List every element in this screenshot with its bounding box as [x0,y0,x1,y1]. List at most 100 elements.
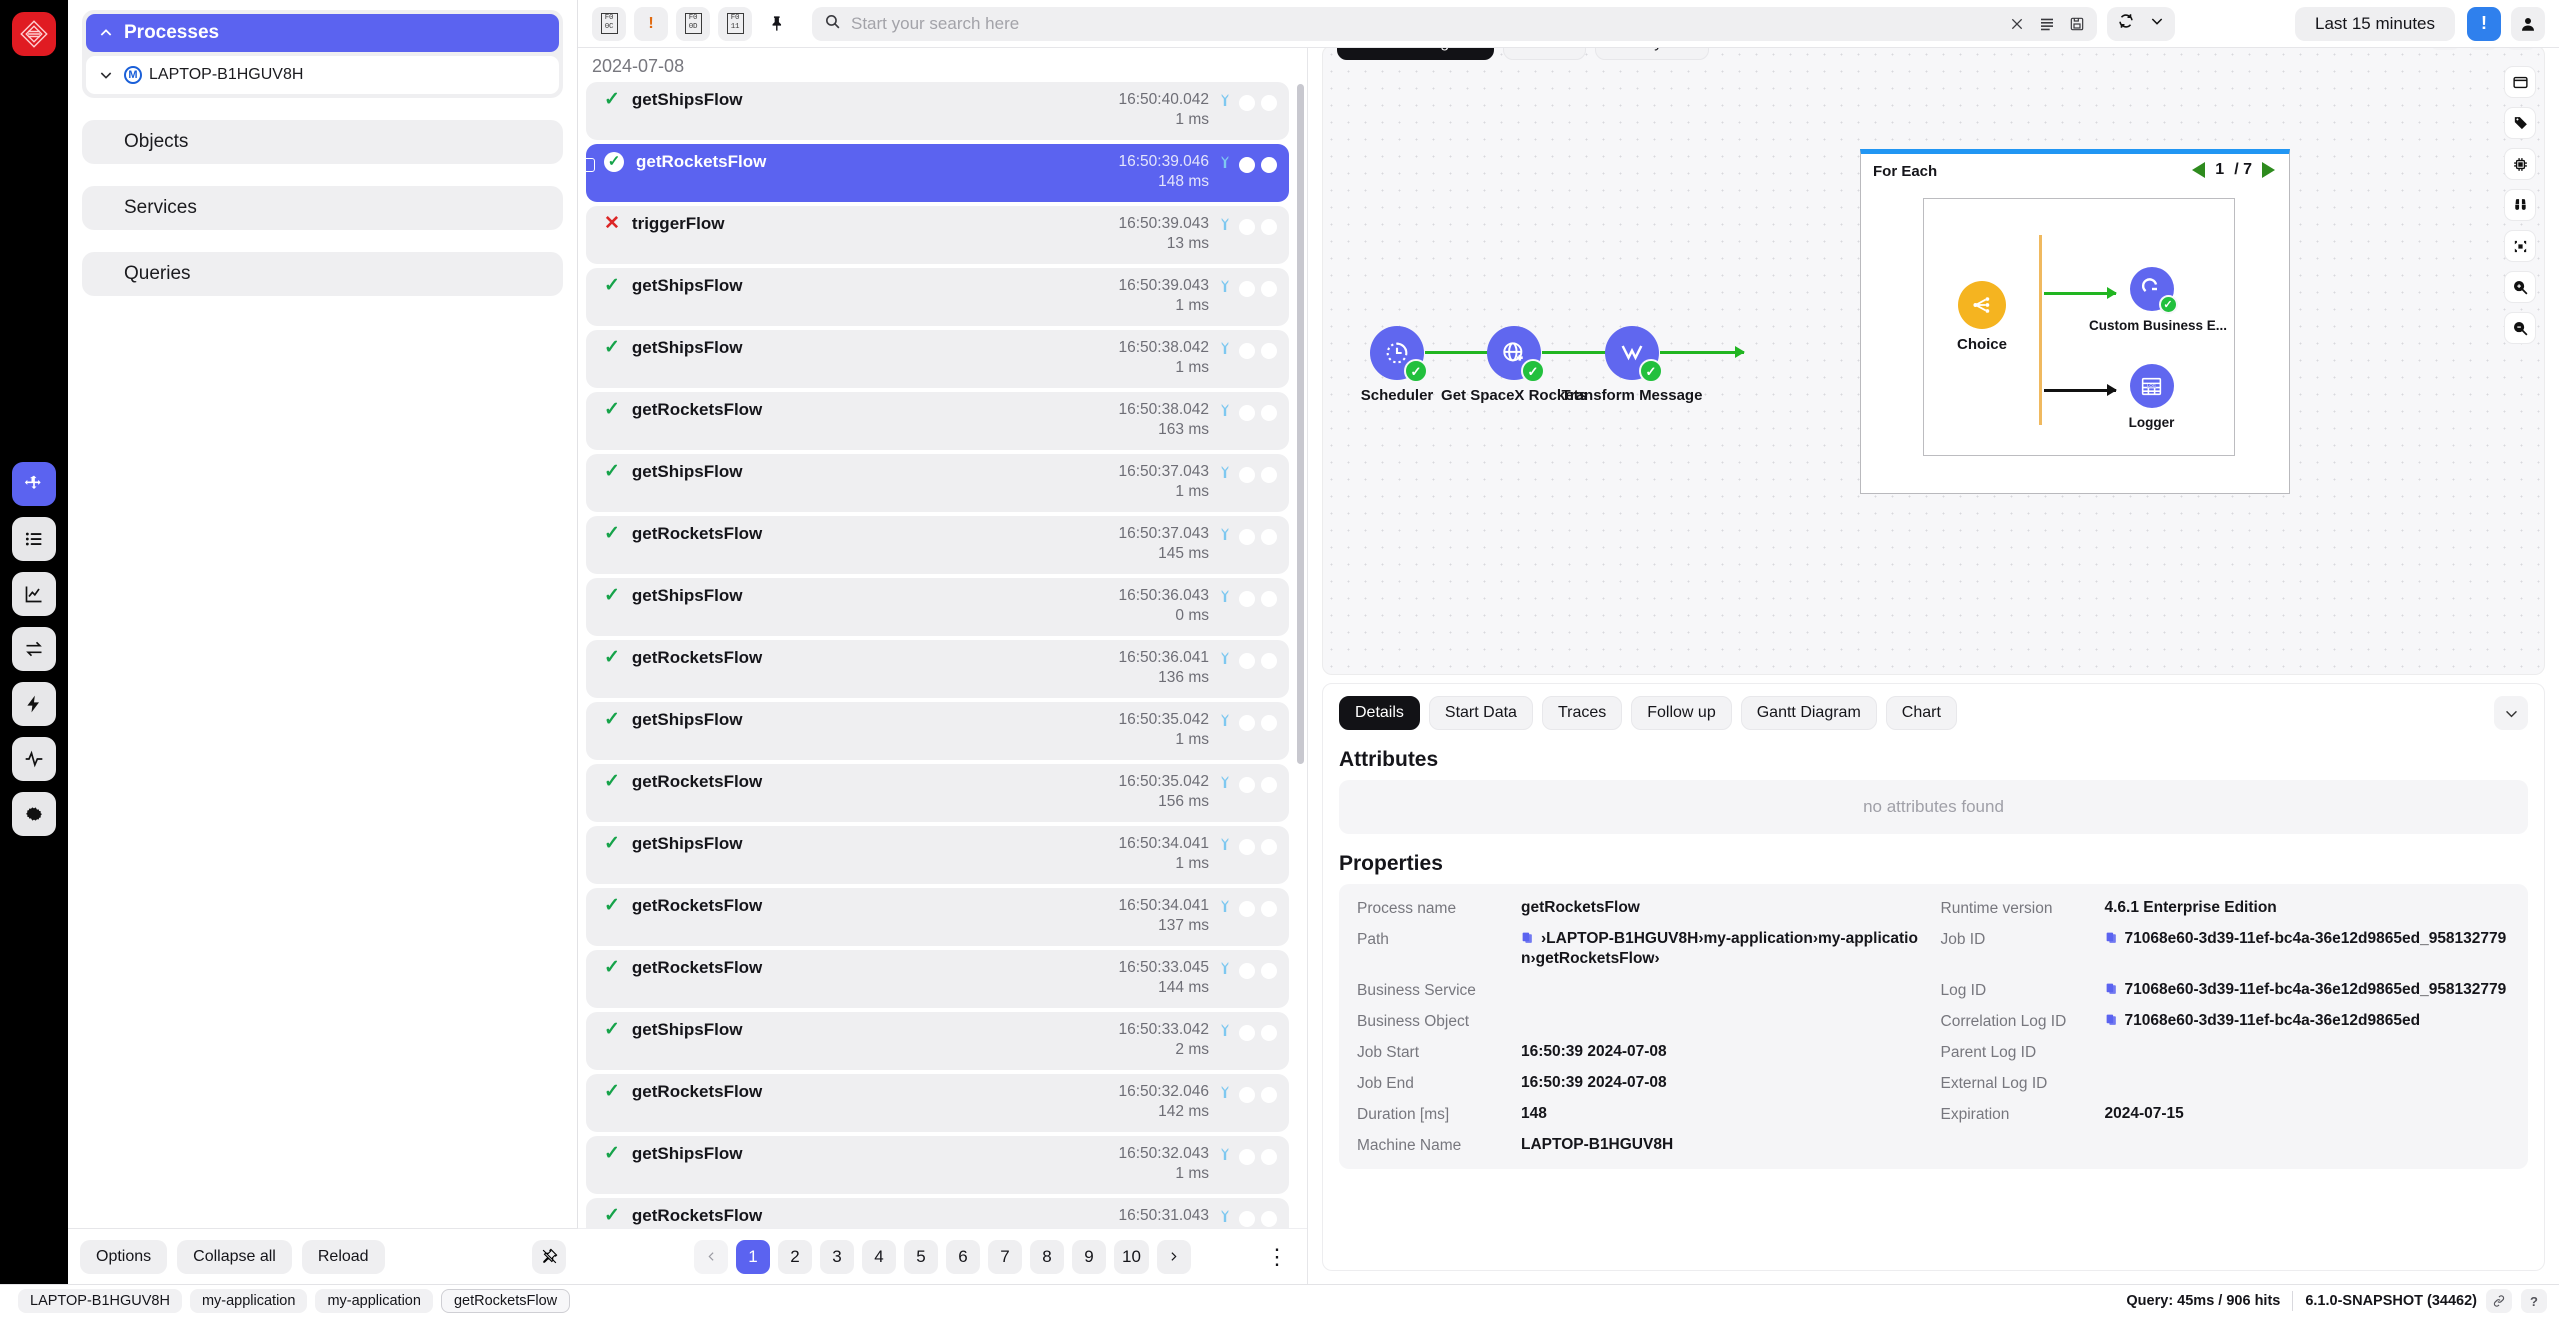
row-action-icons[interactable] [1217,834,1277,857]
process-list-row[interactable]: ✓ getShipsFlow 16:50:35.042 1 ms [586,702,1289,760]
diagram-node-logger[interactable]: LOG Logger [2089,364,2214,430]
zoom-out-tool[interactable] [2504,312,2536,344]
row-dot-icon[interactable] [1261,652,1277,669]
row-action-icons[interactable] [1217,1082,1277,1105]
row-action-icons[interactable] [1217,648,1277,671]
row-dot-icon[interactable] [1239,590,1255,607]
row-dot-icon[interactable] [1261,962,1277,979]
filter-shirt-icon[interactable] [1217,464,1233,485]
row-dot-icon[interactable] [1261,528,1277,545]
pagination-page[interactable]: 4 [862,1239,897,1274]
filter-shirt-icon[interactable] [1217,1146,1233,1167]
row-dot-icon[interactable] [1261,280,1277,297]
unpin-button[interactable] [532,1239,566,1274]
help-button[interactable]: ? [2521,1289,2547,1313]
row-dot-icon[interactable] [1261,466,1277,483]
chip-tool[interactable] [2504,148,2536,180]
green-arrow-left-icon[interactable] [2192,162,2206,178]
row-dot-icon[interactable] [1239,714,1255,731]
filter-shirt-icon[interactable] [1217,154,1233,175]
filter-shirt-icon[interactable] [1217,402,1233,423]
reload-button[interactable]: Reload [301,1239,385,1274]
row-dot-icon[interactable] [1261,838,1277,855]
time-range-button[interactable]: Last 15 minutes [2294,6,2455,41]
row-dot-icon[interactable] [1261,776,1277,793]
refresh-group[interactable] [2106,6,2175,41]
row-dot-icon[interactable] [1239,466,1255,483]
filter-shirt-icon[interactable] [1217,898,1233,919]
row-action-icons[interactable] [1217,276,1277,299]
toggle-panel-tool[interactable] [2504,66,2536,98]
diagram-node-transform-message[interactable]: ✓ Transform Message [1557,326,1707,404]
row-dot-icon[interactable] [1239,652,1255,669]
tab-chart[interactable]: Chart [1885,696,1957,730]
diagram-node-choice[interactable]: Choice [1937,281,2027,353]
tab-follow-up[interactable]: Follow up [1631,696,1732,730]
sidebar-item-services[interactable]: Services [82,186,563,230]
refresh-icon[interactable] [2117,12,2135,35]
pagination-page[interactable]: 3 [820,1239,855,1274]
list-scrollbar[interactable] [1297,84,1304,764]
row-action-icons[interactable] [1217,338,1277,361]
row-dot-icon[interactable] [1239,838,1255,855]
row-dot-icon[interactable] [1239,404,1255,421]
process-list-row[interactable]: ✓ getRocketsFlow 16:50:39.046 148 ms [581,144,1289,202]
process-list-row[interactable]: ✓ getRocketsFlow 16:50:37.043 145 ms [586,516,1289,574]
diagram-node-custom-business-event[interactable]: ✓ Custom Business E... [2089,267,2227,333]
pagination-page[interactable]: 6 [946,1239,981,1274]
zoom-in-tool[interactable] [2504,271,2536,303]
row-action-icons[interactable] [1217,524,1277,547]
row-action-icons[interactable] [1217,152,1277,175]
pagination-page[interactable]: 1 [736,1239,771,1274]
row-dot-icon[interactable] [1239,1148,1255,1165]
row-dot-icon[interactable] [1261,900,1277,917]
row-dot-icon[interactable] [1239,962,1255,979]
link-button[interactable] [2486,1289,2512,1313]
filter-shirt-icon[interactable] [1217,92,1233,113]
filter-shirt-icon[interactable] [1217,278,1233,299]
tab-gantt-diagram[interactable]: Gantt Diagram [1740,696,1877,730]
search-save-icon[interactable] [2069,16,2085,32]
pin-button[interactable] [760,7,794,41]
tag-tool[interactable] [2504,107,2536,139]
pagination-page[interactable]: 9 [1072,1239,1107,1274]
process-list-row[interactable]: ✓ getShipsFlow 16:50:40.042 1 ms [586,82,1289,140]
row-dot-icon[interactable] [1261,1086,1277,1103]
row-dot-icon[interactable] [1261,218,1277,235]
filter-shirt-icon[interactable] [1217,960,1233,981]
process-list-scroll[interactable]: ✓ getShipsFlow 16:50:40.042 1 ms ✓ getRockets… [578,82,1307,1228]
row-dot-icon[interactable] [1239,1024,1255,1041]
rail-item-list[interactable] [12,517,56,561]
filter-shirt-icon[interactable] [1217,650,1233,671]
process-list-row[interactable]: ✓ getShipsFlow 16:50:39.043 1 ms [586,268,1289,326]
alerts-button[interactable]: ! [2467,6,2501,41]
row-dot-icon[interactable] [1261,1024,1277,1041]
process-list-row[interactable]: ✓ getRocketsFlow 16:50:33.045 144 ms [586,950,1289,1008]
rail-item-monitoring[interactable] [12,737,56,781]
process-list-row[interactable]: ✓ getShipsFlow 16:50:34.041 1 ms [586,826,1289,884]
row-dot-icon[interactable] [1239,156,1255,173]
row-action-icons[interactable] [1217,958,1277,981]
tree-node-laptop[interactable]: M LAPTOP-B1HGUV8H [86,56,559,94]
pagination-prev[interactable] [694,1239,729,1274]
process-list-row[interactable]: ✓ getShipsFlow 16:50:36.043 0 ms [586,578,1289,636]
breadcrumb-item[interactable]: my-application [189,1289,308,1313]
tab-traces[interactable]: Traces [1541,696,1623,730]
rail-item-settings[interactable] [12,792,56,836]
tab-details[interactable]: Details [1339,696,1420,730]
filter-accept-button[interactable]: F0 0C [592,6,626,41]
refresh-chevron-down-icon[interactable] [2149,13,2165,34]
for-each-scope[interactable]: For Each 1 / 7 Choice ✓ Custom Business … [1860,149,2290,494]
row-dot-icon[interactable] [1239,1086,1255,1103]
process-list-row[interactable]: ✓ getShipsFlow 16:50:37.043 1 ms [586,454,1289,512]
row-action-icons[interactable] [1217,462,1277,485]
row-dot-icon[interactable] [1239,528,1255,545]
breadcrumb-item[interactable]: getRocketsFlow [440,1289,571,1313]
copy-icon[interactable] [2105,1012,2118,1027]
row-dot-icon[interactable] [1261,156,1277,173]
sidebar-item-queries[interactable]: Queries [82,252,563,296]
filter-refresh-button[interactable]: F0 11 [718,6,752,41]
collapse-all-button[interactable]: Collapse all [177,1239,292,1274]
row-select-checkbox[interactable] [581,158,595,172]
filter-shirt-icon[interactable] [1217,774,1233,795]
